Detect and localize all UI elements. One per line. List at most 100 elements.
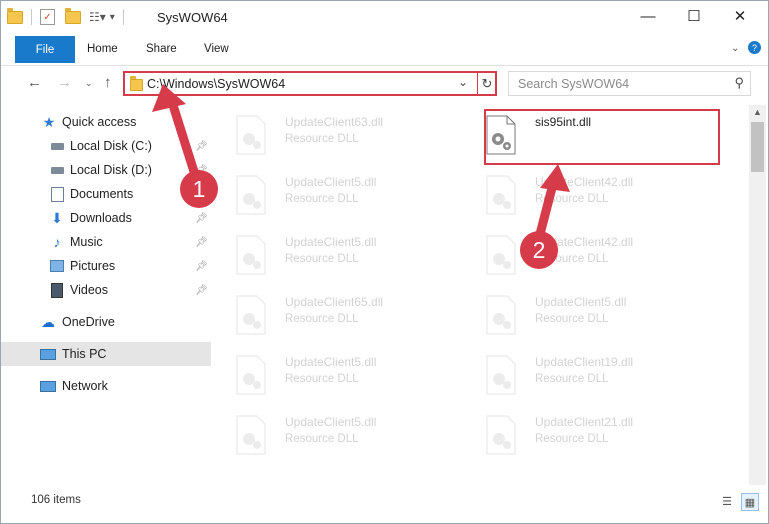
file-name: UpdateClient65.dll <box>285 295 384 309</box>
nav-label: Music <box>70 235 103 249</box>
back-arrow-icon[interactable]: ← <box>27 74 42 91</box>
close-button[interactable]: ✕ <box>717 1 763 31</box>
large-icons-view-icon[interactable]: ▦ <box>741 493 759 511</box>
search-icon[interactable]: ⚲ <box>734 75 744 91</box>
nav-item-network[interactable]: Network <box>1 374 211 398</box>
forward-arrow-icon[interactable]: → <box>57 74 72 91</box>
nav-item-onedrive[interactable]: ☁ OneDrive <box>1 310 211 334</box>
folder-icon <box>7 7 23 24</box>
status-bar: 106 items ☰ ▦ <box>1 487 768 515</box>
nav-item-pictures[interactable]: Pictures 📌︎ <box>1 254 211 278</box>
customize-toolbar-icon[interactable]: ▾ <box>110 12 115 23</box>
minimize-button[interactable]: — <box>625 1 671 31</box>
maximize-button[interactable]: ☐ <box>671 1 717 31</box>
music-icon: ♪ <box>53 234 61 250</box>
up-arrow-icon[interactable]: ↑ <box>104 74 112 91</box>
nav-item-local-disk-d[interactable]: Local Disk (D:) 📌︎ <box>1 158 211 182</box>
title-separator <box>122 9 124 25</box>
toolbar-separator <box>31 9 32 25</box>
file-item[interactable]: UpdateClient63.dll Resource DLL <box>229 109 459 163</box>
file-item[interactable]: UpdateClient65.dll Resource DLL <box>229 289 459 343</box>
file-type: Resource DLL <box>535 193 609 205</box>
file-type: Resource DLL <box>285 433 359 445</box>
refresh-icon[interactable]: ↻ <box>477 73 496 94</box>
file-item[interactable]: UpdateClient19.dll Resource DLL <box>479 349 709 403</box>
tab-view[interactable]: View <box>204 43 229 55</box>
star-icon: ★ <box>42 113 56 130</box>
tab-share[interactable]: Share <box>146 43 177 55</box>
properties-icon[interactable]: ✓ <box>40 9 55 25</box>
recent-locations-icon[interactable]: ⌄ <box>85 78 93 89</box>
item-count: 106 items <box>31 494 81 506</box>
file-item[interactable]: UpdateClient21.dll Resource DLL <box>479 409 709 463</box>
file-type: Resource DLL <box>285 133 359 145</box>
address-path[interactable]: C:\Windows\SysWOW64 <box>147 77 285 91</box>
computer-icon <box>40 346 56 362</box>
file-name: UpdateClient5.dll <box>285 415 377 429</box>
file-item[interactable]: UpdateClient5.dll Resource DLL <box>229 169 459 223</box>
file-name: UpdateClient5.dll <box>285 175 377 189</box>
address-folder-icon <box>130 76 143 91</box>
nav-label: OneDrive <box>62 315 115 329</box>
file-name: UpdateClient21.dll <box>535 415 634 429</box>
nav-label: Local Disk (D:) <box>70 163 152 177</box>
nav-label: Network <box>62 379 108 393</box>
pin-icon: 📌︎ <box>195 140 208 152</box>
view-options-icon[interactable]: ☷▾ <box>89 10 106 24</box>
details-view-icon[interactable]: ☰ <box>719 493 735 509</box>
window-title: SysWOW64 <box>157 10 228 25</box>
file-item[interactable]: UpdateClient5.dll Resource DLL <box>229 349 459 403</box>
file-item[interactable]: UpdateClient42.dll Resource DLL <box>479 169 709 223</box>
title-bar: ✓ ☷▾ ▾ SysWOW64 — ☐ ✕ <box>1 1 768 33</box>
nav-label: Videos <box>70 283 108 297</box>
dll-file-icon <box>235 235 267 275</box>
scroll-thumb[interactable] <box>751 122 764 172</box>
navigation-bar: ← → ⌄ ↑ C:\Windows\SysWOW64 ⌄ ↻ Search S… <box>1 66 768 102</box>
cloud-icon: ☁ <box>41 313 55 330</box>
tab-home[interactable]: Home <box>87 43 118 55</box>
nav-item-videos[interactable]: Videos 📌︎ <box>1 278 211 302</box>
address-bar[interactable]: C:\Windows\SysWOW64 ⌄ ↻ <box>123 71 497 96</box>
help-icon[interactable]: ? <box>748 41 761 54</box>
dll-file-icon <box>235 175 267 215</box>
pin-icon: 📌︎ <box>195 236 208 248</box>
ribbon-expand-icon[interactable]: ⌄ <box>731 43 739 54</box>
file-item[interactable]: UpdateClient5.dll Resource DLL <box>229 409 459 463</box>
file-name: UpdateClient5.dll <box>535 295 627 309</box>
documents-icon <box>49 186 65 202</box>
dll-file-icon <box>485 355 517 395</box>
file-item[interactable]: UpdateClient5.dll Resource DLL <box>229 229 459 283</box>
network-icon <box>40 378 56 394</box>
scroll-up-icon[interactable]: ▲ <box>753 107 762 117</box>
dll-file-icon <box>485 235 517 275</box>
file-item[interactable]: UpdateClient5.dll Resource DLL <box>479 289 709 343</box>
file-name: UpdateClient19.dll <box>535 355 634 369</box>
highlight-box <box>484 109 720 165</box>
ribbon: File Home Share View ⌄ ? <box>1 33 768 66</box>
nav-item-quick-access[interactable]: ★ Quick access <box>1 110 211 134</box>
file-type: Resource DLL <box>535 313 609 325</box>
search-box[interactable]: Search SysWOW64 ⚲ <box>508 71 751 96</box>
file-name: UpdateClient42.dll <box>535 175 634 189</box>
nav-label: Local Disk (C:) <box>70 139 152 153</box>
explorer-window: ✓ ☷▾ ▾ SysWOW64 — ☐ ✕ File Home Share Vi… <box>0 0 769 524</box>
file-type: Resource DLL <box>285 193 359 205</box>
pin-icon: 📌︎ <box>195 260 208 272</box>
videos-icon <box>49 282 65 298</box>
nav-item-downloads[interactable]: ⬇ Downloads 📌︎ <box>1 206 211 230</box>
dll-file-icon <box>485 295 517 335</box>
dll-file-icon <box>235 115 267 155</box>
dll-file-icon <box>485 175 517 215</box>
file-item[interactable]: UpdateClient42.dll Resource DLL <box>479 229 709 283</box>
nav-item-this-pc[interactable]: This PC <box>1 342 211 366</box>
nav-label: Documents <box>70 187 134 201</box>
address-dropdown-icon[interactable]: ⌄ <box>458 75 468 89</box>
nav-item-music[interactable]: ♪ Music 📌︎ <box>1 230 211 254</box>
search-input[interactable]: Search SysWOW64 <box>518 77 629 91</box>
new-folder-icon[interactable] <box>65 7 81 24</box>
nav-label: Downloads <box>70 211 132 225</box>
navigation-pane: ★ Quick access Local Disk (C:) 📌︎ Local … <box>1 105 211 485</box>
tab-file[interactable]: File <box>15 36 75 63</box>
vertical-scrollbar[interactable]: ▲ <box>749 105 766 485</box>
nav-item-local-disk-c[interactable]: Local Disk (C:) 📌︎ <box>1 134 211 158</box>
